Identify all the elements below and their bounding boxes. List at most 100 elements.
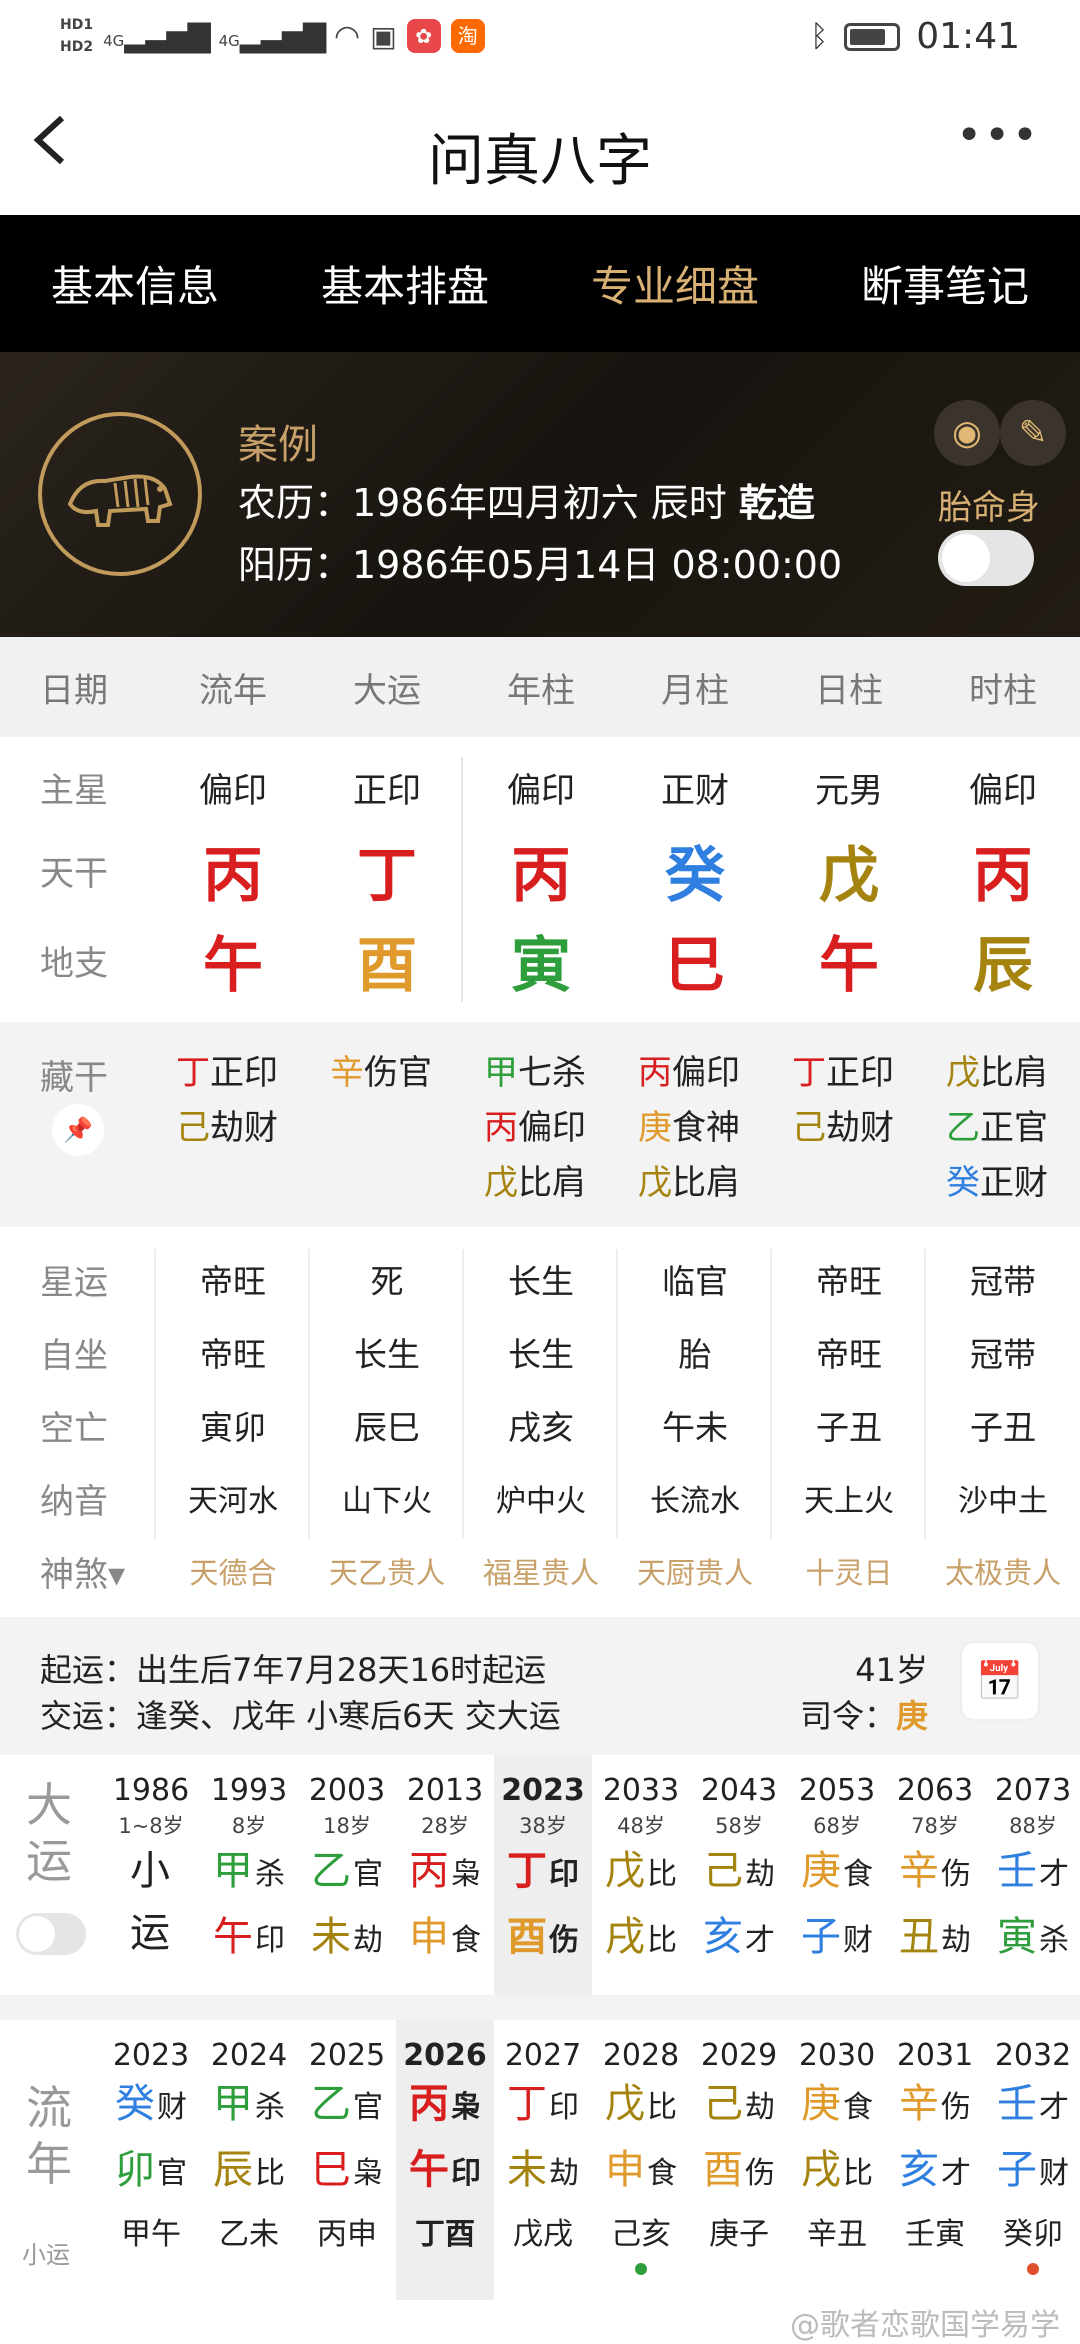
dayun-label: 大运 xyxy=(26,1778,72,1888)
jiaoyun-text: 交运：逢癸、戊年 小寒后6天 交大运 xyxy=(40,1697,561,1735)
dayun-column[interactable]: 2023 38岁丁印酉伤 xyxy=(494,1755,592,1995)
pin-icon[interactable]: 📌 xyxy=(52,1104,104,1156)
property-label[interactable]: 神煞▾ xyxy=(0,1547,156,1596)
title-bar: 问真八字 ••• xyxy=(0,80,1080,215)
pillars-section: 主星 偏印 正印 偏印 正财 元男 偏印 天干 丙 丁 丙 癸 戊 丙 地支 午… xyxy=(0,737,1080,1022)
current-age: 41岁 xyxy=(855,1651,928,1689)
tab-basic-info[interactable]: 基本信息 xyxy=(51,253,219,314)
property-value: 冠带 xyxy=(970,1262,1036,1301)
col-year: 年柱 xyxy=(507,670,575,711)
property-value: 帝旺 xyxy=(200,1335,266,1374)
tab-pro-chart[interactable]: 专业细盘 xyxy=(591,253,759,314)
liunian-column[interactable]: 2029 己劫酉伤庚子 xyxy=(690,2020,788,2300)
tiangan-char[interactable]: 丁 xyxy=(310,827,464,914)
col-liunian: 流年 xyxy=(199,670,267,711)
property-value[interactable]: 天乙贵人 xyxy=(310,1550,464,1592)
property-value[interactable]: 天德合 xyxy=(156,1550,310,1592)
property-value: 胎 xyxy=(678,1335,712,1374)
hidden-stem: 乙正官 xyxy=(946,1108,1048,1148)
hidden-stems-section: 藏干 📌 丁正印 己劫财 辛伤官 甲七杀 丙偏印 戊比肩 丙偏印 庚食神 戊比肩 丁正印 己劫财 戊比… xyxy=(0,1022,1080,1227)
liunian-column[interactable]: 2023 癸财卯官甲午 xyxy=(102,2020,200,2300)
hidden-stem: 癸正财 xyxy=(946,1163,1048,1203)
dayun-column[interactable]: 2013 28岁丙枭申食 xyxy=(396,1755,494,1995)
liunian-column[interactable]: 2032 壬才子财癸卯 xyxy=(984,2020,1080,2300)
property-value: 长生 xyxy=(508,1335,574,1374)
liunian-column[interactable]: 2031 辛伤亥才壬寅 xyxy=(886,2020,984,2300)
dizhi-char[interactable]: 巳 xyxy=(618,917,772,1004)
liunian-column[interactable]: 2028 戊比申食己亥 xyxy=(592,2020,690,2300)
hidden-stem-column: 丙偏印 庚食神 戊比肩 xyxy=(638,1046,792,1211)
liunian-column[interactable]: 2026 丙枭午印丁酉 xyxy=(396,2020,494,2300)
col-hour: 时柱 xyxy=(969,670,1037,711)
hidden-stem: 庚食神 xyxy=(638,1108,740,1148)
liunian-column[interactable]: 2030 庚食戌比辛丑 xyxy=(788,2020,886,2300)
more-icon[interactable]: ••• xyxy=(956,110,1040,161)
dizhi-char[interactable]: 午 xyxy=(156,917,310,1004)
taobao-app-icon: 淘 xyxy=(450,19,485,53)
signal-icon-2: 4G▂▃▅▇ xyxy=(218,18,326,54)
hidden-stem: 甲七杀 xyxy=(484,1053,586,1093)
liunian-column[interactable]: 2025 乙官巳枭丙申 xyxy=(298,2020,396,2300)
signal-icon-1: 4G▂▃▅▇ xyxy=(103,18,210,54)
tiangan-char[interactable]: 丙 xyxy=(156,827,310,914)
hidden-stem: 戊比肩 xyxy=(484,1163,586,1203)
main-star: 偏印 xyxy=(507,770,575,811)
main-star: 元男 xyxy=(815,770,883,811)
solar-date: 阳历：1986年05月14日 08:00:00 xyxy=(238,543,843,587)
calendar-icon[interactable]: 📅 xyxy=(960,1641,1040,1721)
tab-bar: 基本信息 基本排盘 专业细盘 断事笔记 xyxy=(0,215,1080,352)
battery-icon xyxy=(844,22,901,51)
tiangan-char[interactable]: 戊 xyxy=(772,827,926,914)
dayun-column[interactable]: 2003 18岁乙官未劫 xyxy=(298,1755,396,1995)
dayun-column[interactable]: 2043 58岁己劫亥才 xyxy=(690,1755,788,1995)
dizhi-char[interactable]: 酉 xyxy=(310,917,464,1004)
dayun-column[interactable]: 2033 48岁戊比戌比 xyxy=(592,1755,690,1995)
dayun-column[interactable]: 2073 88岁壬才寅杀 xyxy=(984,1755,1080,1995)
dayun-column[interactable]: 2053 68岁庚食子财 xyxy=(788,1755,886,1995)
hidden-stem-column: 丁正印 己劫财 xyxy=(792,1046,946,1156)
property-value: 帝旺 xyxy=(816,1262,882,1301)
edit-icon[interactable]: ✎ xyxy=(1000,400,1066,466)
main-star: 正财 xyxy=(661,770,729,811)
property-value: 沙中土 xyxy=(958,1484,1048,1519)
dizhi-char[interactable]: 寅 xyxy=(464,917,618,1004)
taiming-toggle[interactable] xyxy=(938,530,1034,586)
liunian-column[interactable]: 2024 甲杀辰比乙未 xyxy=(200,2020,298,2300)
hidden-stem: 己劫财 xyxy=(176,1108,278,1148)
tab-basic-chart[interactable]: 基本排盘 xyxy=(321,253,489,314)
property-value[interactable]: 十灵日 xyxy=(772,1550,926,1592)
property-value: 天河水 xyxy=(188,1484,278,1519)
hidden-stem: 丙偏印 xyxy=(484,1108,586,1148)
property-label: 纳音 xyxy=(40,1481,108,1522)
dizhi-row: 地支 午 酉 寅 巳 午 辰 xyxy=(0,920,1080,1001)
dizhi-char[interactable]: 午 xyxy=(772,917,926,1004)
hidden-stem: 丙偏印 xyxy=(638,1053,740,1093)
dayun-column[interactable]: 1986 1~8岁小运 xyxy=(102,1755,200,1995)
tab-notes[interactable]: 断事笔记 xyxy=(861,253,1029,314)
property-row: 纳音 天河水 山下火 炉中火 长流水 天上火 沙中土 xyxy=(0,1468,1080,1528)
profile-header: 案例 农历：1986年四月初六 辰时 乾造 阳历：1986年05月14日 08:… xyxy=(0,352,1080,637)
lunar-text: 农历：1986年四月初六 辰时 xyxy=(238,481,739,525)
tiangan-char[interactable]: 丙 xyxy=(926,827,1080,914)
property-value[interactable]: 太极贵人 xyxy=(926,1550,1080,1592)
property-value: 午未 xyxy=(662,1408,728,1447)
col-date: 日期 xyxy=(40,670,108,711)
hidden-stems-label: 藏干 xyxy=(40,1058,108,1098)
tiangan-char[interactable]: 癸 xyxy=(618,827,772,914)
liunian-column[interactable]: 2027 丁印未劫戊戌 xyxy=(494,2020,592,2300)
property-row: 神煞▾ 天德合 天乙贵人 福星贵人 天厨贵人 十灵日 太极贵人 xyxy=(0,1541,1080,1601)
property-value[interactable]: 天厨贵人 xyxy=(618,1550,772,1592)
dayun-column[interactable]: 2063 78岁辛伤丑劫 xyxy=(886,1755,984,1995)
dizhi-char[interactable]: 辰 xyxy=(926,917,1080,1004)
siling-label: 司令： xyxy=(799,1697,896,1735)
hidden-stem: 戊比肩 xyxy=(946,1053,1048,1093)
tiangan-char[interactable]: 丙 xyxy=(464,827,618,914)
dayun-column[interactable]: 1993 8岁甲杀午印 xyxy=(200,1755,298,1995)
siling: 司令：庚 xyxy=(800,1691,928,1737)
dayun-toggle[interactable] xyxy=(16,1913,86,1955)
eye-icon[interactable]: ◉ xyxy=(934,400,1000,466)
property-value: 长生 xyxy=(508,1262,574,1301)
property-value: 长流水 xyxy=(650,1484,740,1519)
property-value[interactable]: 福星贵人 xyxy=(464,1550,618,1592)
property-row: 星运 帝旺 死 长生 临官 帝旺 冠带 xyxy=(0,1249,1080,1309)
